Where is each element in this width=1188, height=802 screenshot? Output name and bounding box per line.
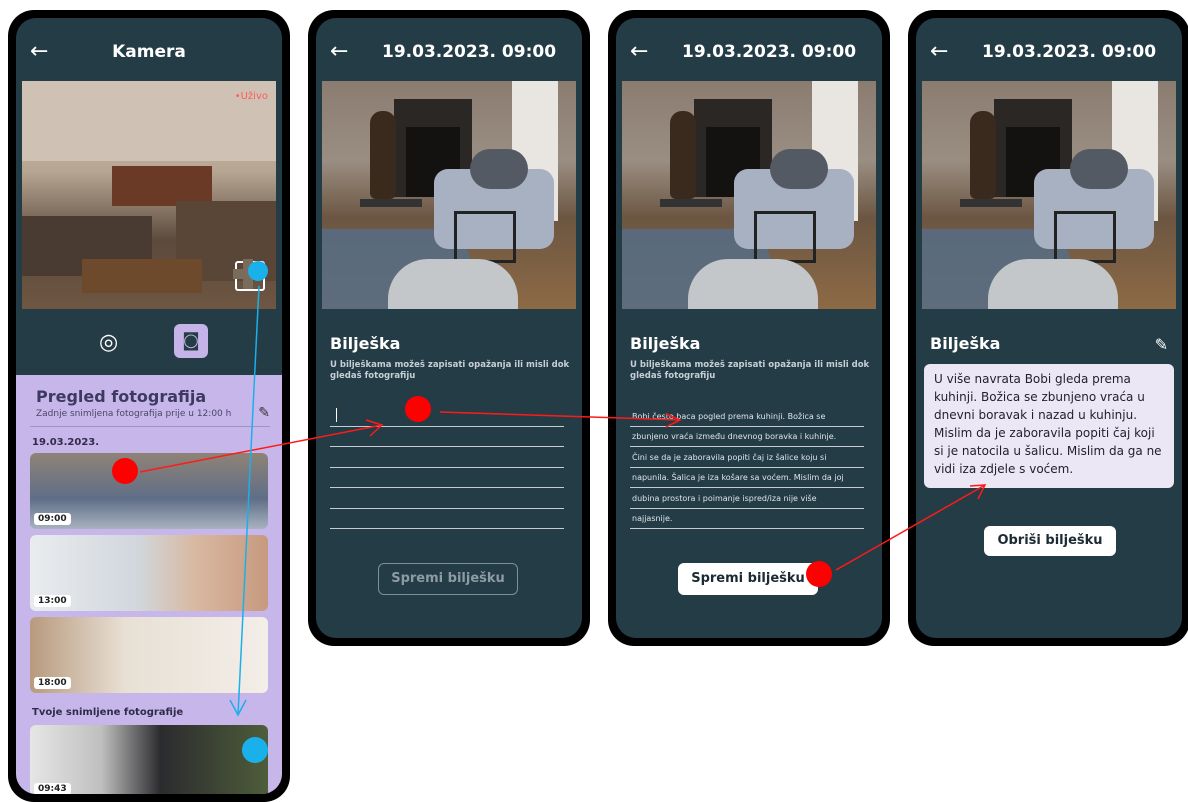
text-caret bbox=[336, 408, 337, 422]
note-screen-empty: ← 19.03.2023. 09:00 Bilješka U bilješkam… bbox=[316, 18, 582, 638]
photo-thumbnail[interactable]: 13:00 bbox=[30, 535, 268, 611]
note-line: napunila. Šalica je iza košare sa voćem.… bbox=[632, 473, 844, 482]
page-title: 19.03.2023. 09:00 bbox=[682, 42, 857, 62]
ruled-line bbox=[630, 467, 864, 468]
side-table bbox=[960, 199, 1022, 207]
note-hint: U bilješkama možeš zapisati opažanja ili… bbox=[630, 360, 870, 381]
ruled-line bbox=[630, 528, 864, 529]
back-arrow-icon[interactable]: ← bbox=[630, 40, 648, 64]
dog-lying bbox=[770, 149, 828, 189]
page-title: Kamera bbox=[112, 42, 186, 62]
own-photos-title: Tvoje snimljene fotografije bbox=[32, 707, 184, 718]
camera-icon: ◙ bbox=[182, 330, 200, 351]
camera-screen: ← Kamera •Uživo ◎ ◙ Pregled fotografija … bbox=[16, 18, 282, 794]
glass-table bbox=[1054, 211, 1116, 263]
phone-note-saved: ← 19.03.2023. 09:00 Bilješka ✎ U više na… bbox=[908, 10, 1188, 646]
photo-gallery-panel: Pregled fotografija Zadnje snimljena fot… bbox=[16, 375, 282, 794]
ruled-line bbox=[630, 508, 864, 509]
ruled-line bbox=[330, 446, 564, 447]
selected-photo bbox=[922, 81, 1176, 309]
ruled-line bbox=[630, 426, 864, 427]
selected-photo bbox=[622, 81, 876, 309]
note-heading: Bilješka bbox=[330, 334, 401, 353]
ruled-line bbox=[330, 528, 564, 529]
note-screen-filled: ← 19.03.2023. 09:00 Bilješka U bilješkam… bbox=[616, 18, 882, 638]
armchair bbox=[688, 259, 818, 309]
header: ← 19.03.2023. 09:00 bbox=[916, 40, 1182, 66]
armchair bbox=[388, 259, 518, 309]
saved-note: U više navrata Bobi gleda prema kuhinji.… bbox=[924, 364, 1174, 488]
dog-standing bbox=[370, 111, 396, 199]
dog-lying bbox=[470, 149, 528, 189]
header: ← 19.03.2023. 09:00 bbox=[316, 40, 582, 66]
own-photo-thumbnail[interactable]: 09:43 bbox=[30, 725, 268, 794]
tap-marker bbox=[242, 737, 268, 763]
note-line: Čini se da je zaboravila popiti čaj iz š… bbox=[632, 453, 827, 462]
back-arrow-icon[interactable]: ← bbox=[330, 40, 348, 64]
divider bbox=[30, 426, 270, 427]
note-heading: Bilješka bbox=[630, 334, 701, 353]
header: ← Kamera bbox=[16, 40, 282, 66]
thumb-time: 09:00 bbox=[34, 513, 71, 525]
live-indicator: •Uživo bbox=[234, 91, 268, 102]
note-heading: Bilješka bbox=[930, 334, 1001, 353]
ruled-line bbox=[330, 467, 564, 468]
armchair bbox=[988, 259, 1118, 309]
dog-standing bbox=[670, 111, 696, 199]
delete-note-button[interactable]: Obriši bilješku bbox=[984, 526, 1116, 556]
dog-standing bbox=[970, 111, 996, 199]
photo-thumbnail[interactable]: 18:00 bbox=[30, 617, 268, 693]
header: ← 19.03.2023. 09:00 bbox=[616, 40, 882, 66]
webcam-icon[interactable]: ◎ bbox=[99, 330, 118, 355]
back-arrow-icon[interactable]: ← bbox=[930, 40, 948, 64]
tap-marker bbox=[806, 561, 832, 587]
note-line: dubina prostora i poimanje ispred/iza ni… bbox=[632, 494, 817, 503]
gallery-title: Pregled fotografija bbox=[36, 387, 207, 406]
note-line: Bobi često baca pogled prema kuhinji. Bo… bbox=[632, 412, 826, 421]
ruled-line bbox=[330, 487, 564, 488]
save-note-button[interactable]: Spremi bilješku bbox=[678, 563, 818, 595]
tap-marker bbox=[112, 458, 138, 484]
thumb-time: 09:43 bbox=[34, 783, 71, 794]
camera-capture-button[interactable]: ◙ bbox=[174, 324, 208, 358]
pencil-icon[interactable]: ✎ bbox=[258, 405, 270, 421]
note-hint: U bilješkama možeš zapisati opažanja ili… bbox=[330, 360, 570, 381]
phone-note-filled: ← 19.03.2023. 09:00 Bilješka U bilješkam… bbox=[608, 10, 890, 646]
ruled-line bbox=[330, 508, 564, 509]
note-screen-saved: ← 19.03.2023. 09:00 Bilješka ✎ U više na… bbox=[916, 18, 1182, 638]
side-table bbox=[660, 199, 722, 207]
page-title: 19.03.2023. 09:00 bbox=[382, 42, 557, 62]
gallery-subtitle: Zadnje snimljena fotografija prije u 12:… bbox=[36, 409, 232, 419]
kitchen-cabinet bbox=[112, 166, 212, 206]
live-camera-feed: •Uživo bbox=[22, 81, 276, 309]
tap-marker bbox=[248, 261, 268, 281]
ruled-line bbox=[630, 446, 864, 447]
coffee-table bbox=[82, 259, 202, 293]
note-line: najjasnije. bbox=[632, 514, 673, 523]
gallery-date: 19.03.2023. bbox=[32, 437, 100, 448]
edit-pencil-icon[interactable]: ✎ bbox=[1155, 335, 1168, 354]
phone-note-empty: ← 19.03.2023. 09:00 Bilješka U bilješkam… bbox=[308, 10, 590, 646]
note-line: zbunjeno vraća između dnevnog boravka i … bbox=[632, 432, 837, 441]
side-table bbox=[360, 199, 422, 207]
selected-photo bbox=[322, 81, 576, 309]
tap-marker bbox=[405, 396, 431, 422]
photo-thumbnail[interactable]: 09:00 bbox=[30, 453, 268, 529]
ruled-line bbox=[630, 487, 864, 488]
save-note-button[interactable]: Spremi bilješku bbox=[378, 563, 518, 595]
glass-table bbox=[454, 211, 516, 263]
thumb-time: 18:00 bbox=[34, 677, 71, 689]
thumb-time: 13:00 bbox=[34, 595, 71, 607]
phone-camera: ← Kamera •Uživo ◎ ◙ Pregled fotografija … bbox=[8, 10, 290, 802]
ruled-line bbox=[330, 426, 564, 427]
glass-table bbox=[754, 211, 816, 263]
dog-lying bbox=[1070, 149, 1128, 189]
page-title: 19.03.2023. 09:00 bbox=[982, 42, 1157, 62]
